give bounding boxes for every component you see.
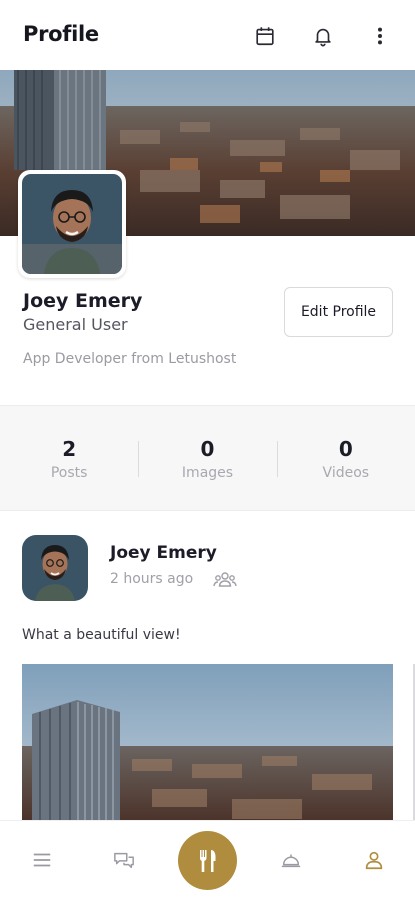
chat-icon[interactable]	[111, 847, 137, 873]
profile-avatar[interactable]	[18, 170, 126, 278]
menu-icon[interactable]	[29, 847, 55, 873]
stat-label: Images	[181, 465, 234, 481]
stat-videos[interactable]: 0 Videos	[276, 406, 415, 510]
restaurant-icon	[199, 849, 215, 872]
bottom-navigation	[0, 820, 415, 900]
stat-images[interactable]: 0 Images	[138, 406, 276, 510]
post-text: What a beautiful view!	[22, 627, 181, 643]
stat-value: 0	[200, 437, 215, 461]
more-vertical-icon[interactable]	[368, 24, 392, 48]
profile-bio: App Developer from Letushost	[23, 351, 237, 367]
stat-label: Videos	[322, 465, 370, 481]
friends-icon	[213, 570, 237, 590]
stat-posts[interactable]: 2 Posts	[0, 406, 138, 510]
stat-label: Posts	[50, 465, 88, 481]
bell-icon[interactable]	[311, 24, 335, 48]
profile-stats: 2 Posts 0 Images 0 Videos	[0, 405, 415, 511]
profile-role: General User	[23, 315, 128, 334]
app-header: Profile	[0, 0, 415, 70]
stat-value: 2	[62, 437, 77, 461]
user-icon[interactable]	[361, 847, 387, 873]
edit-profile-button[interactable]: Edit Profile	[284, 287, 393, 337]
restaurant-button[interactable]	[178, 831, 237, 890]
profile-name: Joey Emery	[23, 290, 143, 312]
post-timestamp: 2 hours ago	[110, 571, 194, 587]
post-author-name[interactable]: Joey Emery	[110, 543, 217, 563]
page-title: Profile	[23, 22, 99, 46]
calendar-icon[interactable]	[253, 24, 277, 48]
stat-value: 0	[338, 437, 353, 461]
post-author-avatar[interactable]	[22, 535, 88, 601]
service-bell-icon[interactable]	[278, 847, 304, 873]
post-image[interactable]	[22, 664, 393, 824]
